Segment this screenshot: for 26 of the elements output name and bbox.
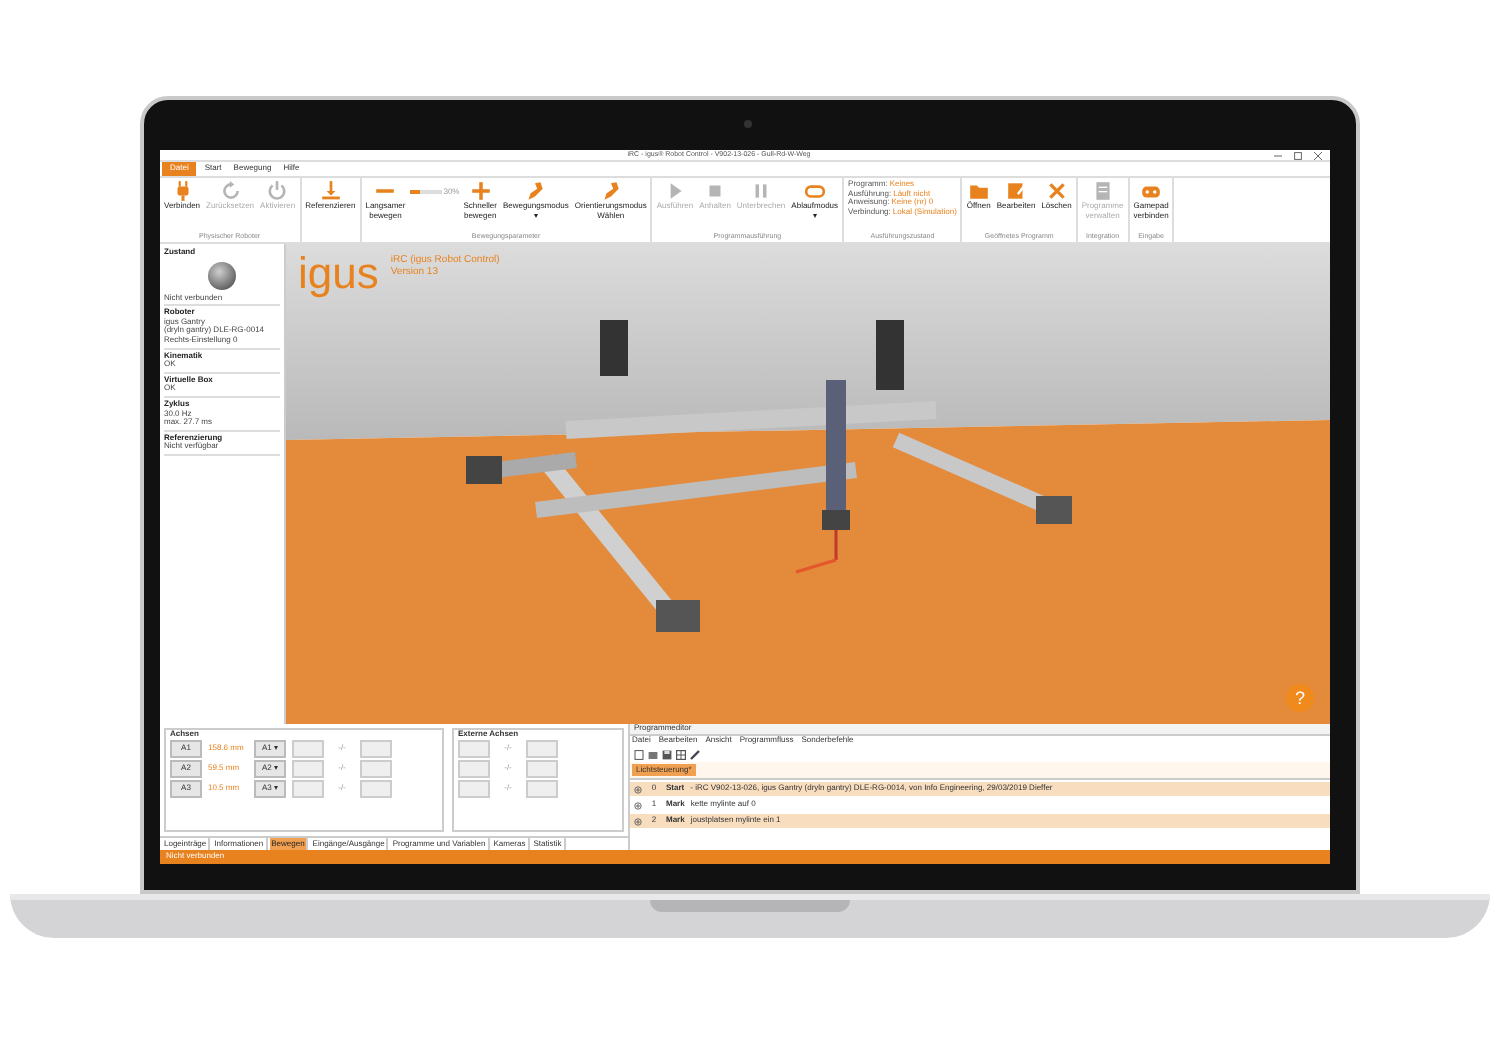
- close-icon[interactable]: [1314, 151, 1322, 159]
- speed-slider[interactable]: [409, 190, 442, 195]
- expand-icon[interactable]: [634, 817, 642, 825]
- minimize-icon[interactable]: [1274, 151, 1282, 159]
- robot-arm-icon: [524, 180, 547, 202]
- plus-icon: [469, 180, 492, 202]
- igus-logo: igus: [298, 252, 379, 296]
- link-icon[interactable]: [690, 750, 700, 760]
- loop-icon: [803, 180, 826, 202]
- expand-icon[interactable]: [634, 801, 642, 809]
- status-lamp-icon: [208, 261, 236, 290]
- delete-icon: [1045, 180, 1068, 202]
- save-icon[interactable]: [662, 750, 672, 760]
- pause-icon: [750, 180, 773, 202]
- expand-icon[interactable]: [634, 785, 642, 793]
- folder-icon: [967, 180, 990, 202]
- stop-icon: [704, 180, 727, 202]
- refresh-icon: [219, 180, 242, 202]
- maximize-icon[interactable]: [1294, 151, 1302, 159]
- grid-icon[interactable]: [676, 750, 686, 760]
- new-file-icon[interactable]: [634, 750, 644, 760]
- camera-icon: [744, 120, 752, 128]
- power-icon: [266, 180, 289, 202]
- reference-icon: [319, 180, 342, 202]
- robot-arm-icon: [599, 180, 622, 202]
- folder-icon[interactable]: [648, 750, 658, 760]
